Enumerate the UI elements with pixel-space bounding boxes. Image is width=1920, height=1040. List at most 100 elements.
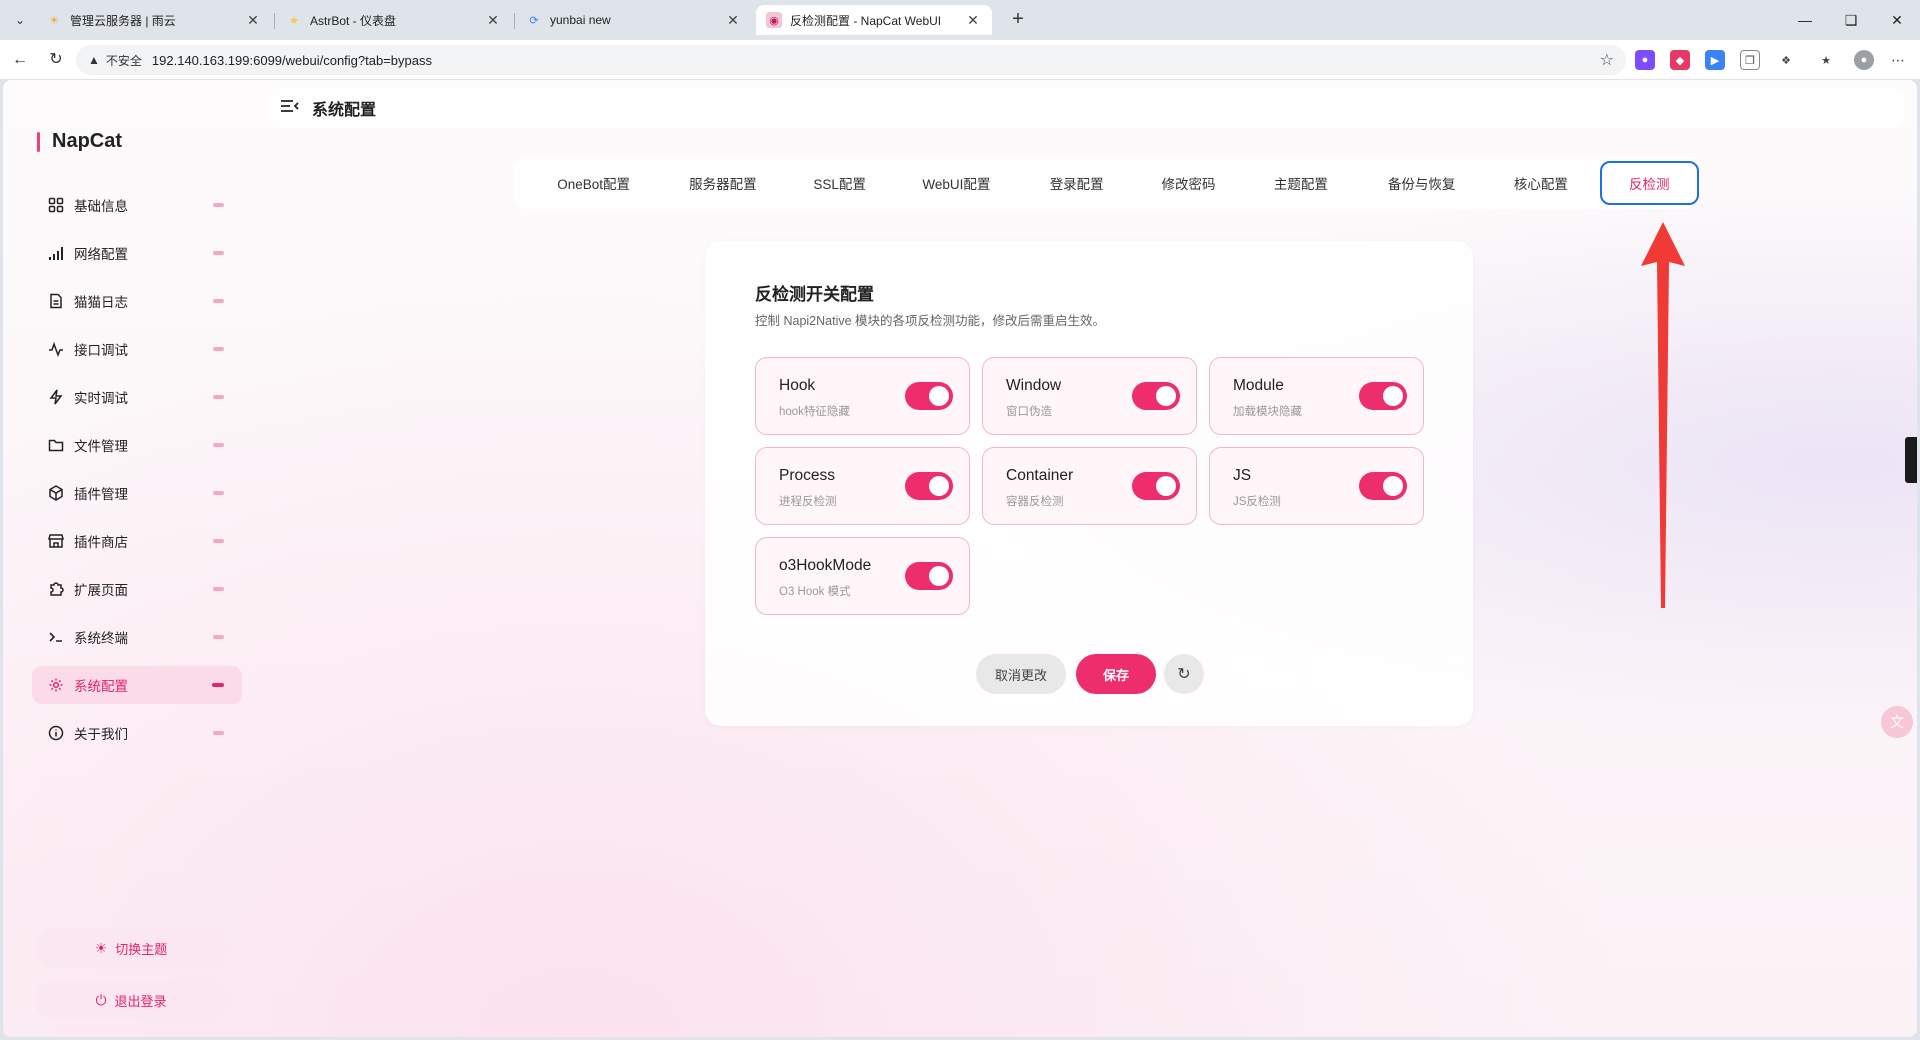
tab-search-chevron-icon[interactable]: ⌄: [8, 9, 32, 31]
puzzle-icon: [46, 579, 66, 599]
refresh-button[interactable]: ↻: [1164, 654, 1204, 694]
yunbai-icon: ⟳: [529, 14, 539, 27]
address-bar[interactable]: ▲ 不安全 192.140.163.199:6099/webui/config?…: [76, 45, 1626, 75]
option-name: JS: [1233, 467, 1252, 484]
info-icon: [46, 723, 66, 743]
profile-avatar-icon[interactable]: ●: [1854, 50, 1874, 70]
o3hookmode-toggle[interactable]: [905, 562, 953, 590]
annotation-arrow: [1641, 222, 1685, 608]
browser-tab-napcat[interactable]: ◉ 反检测配置 - NapCat WebUI ✕: [756, 5, 992, 35]
browser-tab-title: 反检测配置 - NapCat WebUI: [790, 13, 942, 28]
tab-onebot[interactable]: OneBot配置: [529, 161, 658, 205]
url-text[interactable]: 192.140.163.199:6099/webui/config?tab=by…: [152, 53, 1600, 68]
close-icon[interactable]: ✕: [484, 12, 502, 29]
card-title: 反检测开关配置: [755, 285, 874, 304]
sidebar-item-files[interactable]: 文件管理: [32, 426, 242, 464]
sidebar-item-system-config[interactable]: 系统配置: [32, 666, 242, 704]
brand: NapCat: [37, 130, 122, 153]
sidebar-item-label: 扩展页面: [74, 583, 128, 598]
window-toggle[interactable]: [1132, 382, 1180, 410]
browser-tab-astrbot[interactable]: ★ AstrBot - 仪表盘 ✕: [276, 5, 512, 35]
sidebar-item-api-debug[interactable]: 接口调试: [32, 330, 242, 368]
option-process: Process 进程反检测: [755, 447, 970, 525]
container-toggle[interactable]: [1132, 472, 1180, 500]
switch-theme-button[interactable]: ☀ 切换主题: [35, 928, 227, 968]
logout-icon: ⏻: [95, 991, 107, 1008]
favorites-icon[interactable]: ★: [1816, 50, 1836, 70]
save-button[interactable]: 保存: [1076, 654, 1156, 694]
back-arrow-icon[interactable]: ←: [8, 48, 32, 72]
napcat-webui-page: NapCat 基础信息 网络配置 猫猫日志 接口调试 实时调试 文件管理 插件管…: [3, 80, 1917, 1037]
extensions-puzzle-icon[interactable]: ❖: [1776, 50, 1796, 70]
tab-core[interactable]: 核心配置: [1486, 161, 1595, 205]
extension-copy-icon[interactable]: ❐: [1740, 50, 1760, 70]
sidebar-item-terminal[interactable]: 系统终端: [32, 618, 242, 656]
browser-tab-yunbai[interactable]: ⟳ yunbai new ✕: [516, 5, 752, 35]
hook-toggle[interactable]: [905, 382, 953, 410]
sidebar-item-label: 插件管理: [74, 487, 128, 502]
log-icon: [46, 291, 66, 311]
sidebar-item-basic-info[interactable]: 基础信息: [32, 186, 242, 224]
js-toggle[interactable]: [1359, 472, 1407, 500]
sidebar-item-about[interactable]: 关于我们: [32, 714, 242, 752]
sidebar-item-plugins[interactable]: 插件管理: [32, 474, 242, 512]
tab-bypass[interactable]: 反检测: [1599, 161, 1699, 205]
sidebar-item-indicator: [213, 251, 224, 255]
tab-password[interactable]: 修改密码: [1132, 161, 1244, 205]
extension-pink-icon[interactable]: ◆: [1670, 50, 1690, 70]
terminal-icon: [46, 627, 66, 647]
sidebar-item-indicator: [213, 491, 224, 495]
tab-backup[interactable]: 备份与恢复: [1357, 161, 1486, 205]
reload-icon[interactable]: ↻: [44, 48, 68, 72]
sidebar-item-logs[interactable]: 猫猫日志: [32, 282, 242, 320]
tab-theme[interactable]: 主题配置: [1245, 161, 1357, 205]
close-icon[interactable]: ✕: [244, 12, 262, 29]
sidebar-item-realtime-debug[interactable]: 实时调试: [32, 378, 242, 416]
security-status[interactable]: 不安全: [106, 52, 142, 69]
cancel-changes-button[interactable]: 取消更改: [976, 654, 1066, 694]
sidebar-item-network[interactable]: 网络配置: [32, 234, 242, 272]
tab-webui[interactable]: WebUI配置: [892, 161, 1021, 205]
close-icon[interactable]: ✕: [964, 12, 982, 29]
sidebar-item-indicator: [213, 299, 224, 303]
restore-icon[interactable]: ❏: [1836, 8, 1866, 32]
browser-tabbar: ⌄ ☀ 管理云服务器 | 雨云 ✕ ★ AstrBot - 仪表盘 ✕ ⟳ yu…: [0, 0, 1920, 40]
signal-icon: [46, 243, 66, 263]
more-menu-icon[interactable]: ⋯: [1888, 50, 1908, 70]
sidebar-item-plugin-store[interactable]: 插件商店: [32, 522, 242, 560]
tab-login[interactable]: 登录配置: [1021, 161, 1132, 205]
bookmark-star-icon[interactable]: ☆: [1600, 50, 1614, 70]
tab-ssl[interactable]: SSL配置: [787, 161, 891, 205]
menu-collapse-icon[interactable]: [280, 98, 300, 119]
close-icon[interactable]: ✕: [724, 12, 742, 29]
sidebar-item-extensions[interactable]: 扩展页面: [32, 570, 242, 608]
sidebar-item-indicator: [213, 347, 224, 351]
toggle-knob: [929, 476, 949, 496]
astrbot-icon: ★: [289, 14, 299, 27]
minimize-icon[interactable]: —: [1790, 8, 1820, 32]
extension-blue-icon[interactable]: ▶: [1705, 50, 1725, 70]
toggle-knob: [929, 386, 949, 406]
logout-button[interactable]: ⏻ 退出登录: [35, 980, 227, 1020]
translate-float-icon[interactable]: 文: [1881, 706, 1913, 738]
sidebar-item-indicator: [213, 203, 224, 207]
toggle-knob: [1156, 386, 1176, 406]
extension-purple-icon[interactable]: ●: [1635, 50, 1655, 70]
page-title: 系统配置: [312, 102, 377, 119]
process-toggle[interactable]: [905, 472, 953, 500]
module-toggle[interactable]: [1359, 382, 1407, 410]
window-close-icon[interactable]: ✕: [1882, 8, 1912, 32]
tab-server[interactable]: 服务器配置: [658, 161, 787, 205]
tab-divider: [514, 13, 515, 29]
tab-divider: [274, 13, 275, 29]
browser-tab-rainyun[interactable]: ☀ 管理云服务器 | 雨云 ✕: [36, 5, 272, 35]
sidebar-item-label: 接口调试: [74, 343, 128, 358]
option-name: Container: [1006, 467, 1074, 484]
side-panel-handle[interactable]: [1905, 437, 1917, 483]
browser-tab-title: yunbai new: [550, 13, 611, 27]
option-module: Module 加载模块隐藏: [1209, 357, 1424, 435]
warning-triangle-icon: ▲: [88, 53, 100, 67]
new-tab-plus-icon[interactable]: +: [1006, 8, 1030, 32]
sidebar-item-indicator: [213, 395, 224, 399]
lightning-icon: [46, 387, 66, 407]
